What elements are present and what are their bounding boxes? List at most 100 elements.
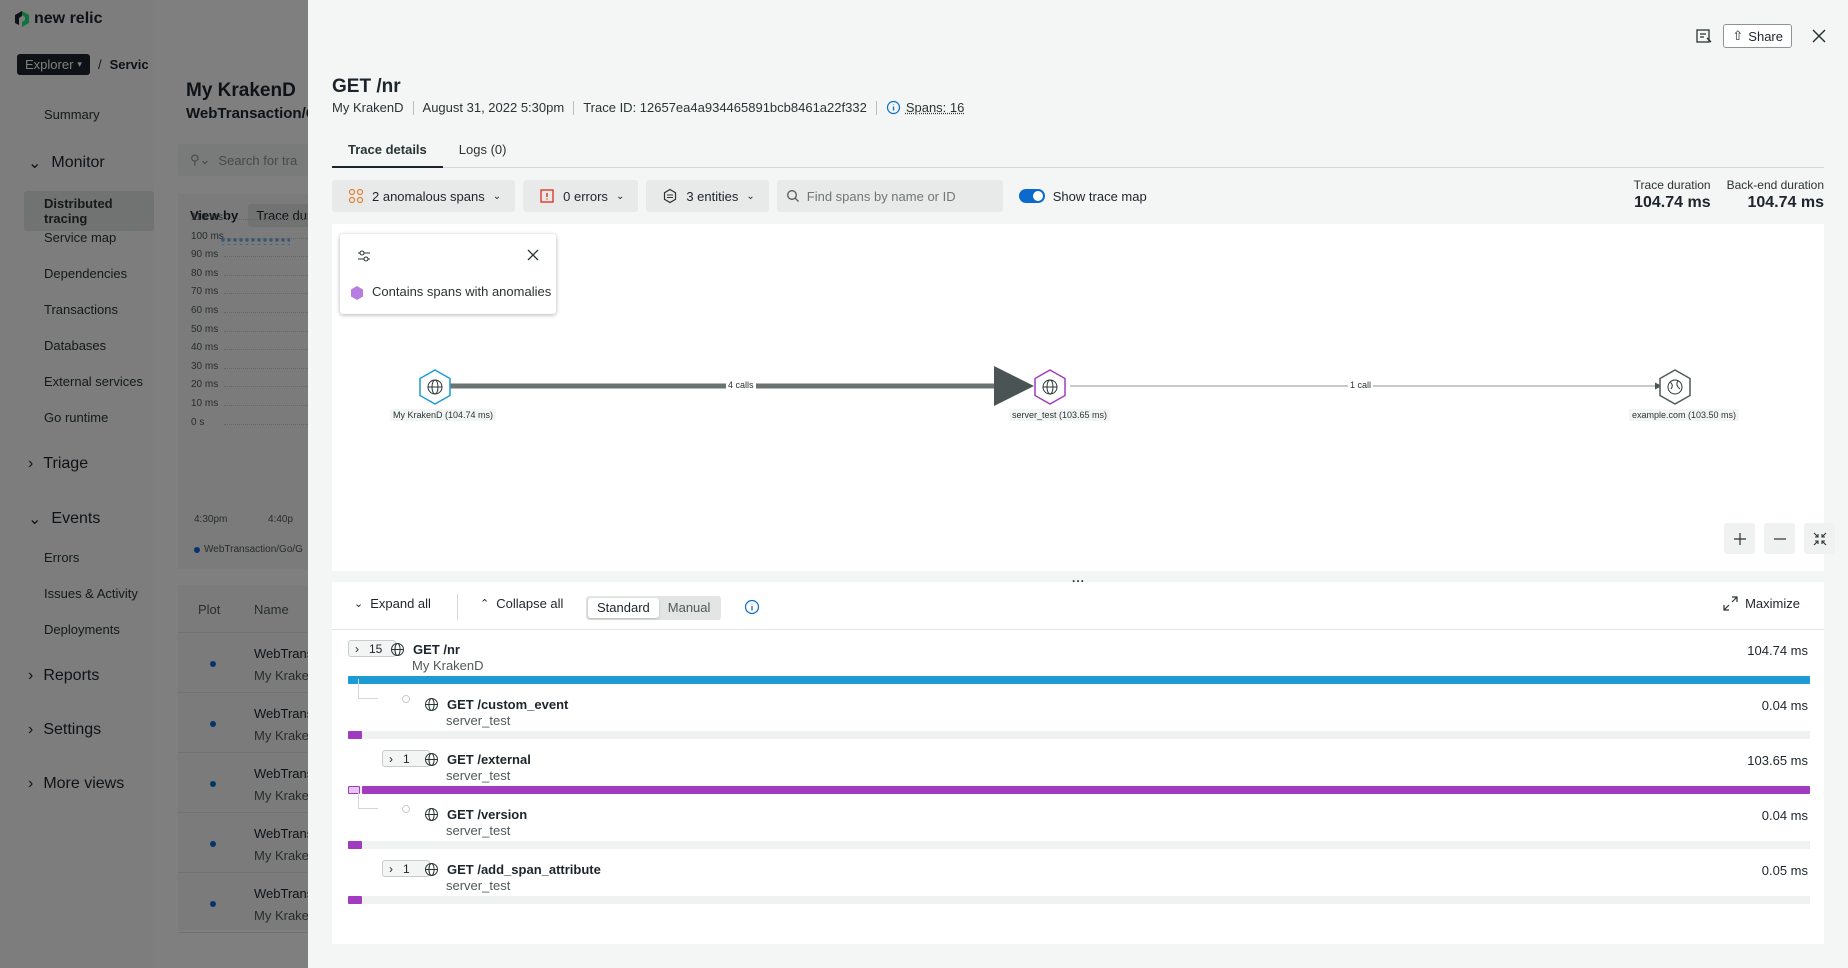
trace-filters: 2 anomalous spans ⌄ 0 errors ⌄ 3 entitie… (332, 180, 1147, 212)
view-mode-switch: Standard Manual (586, 596, 722, 620)
info-icon[interactable] (744, 599, 760, 615)
mode-standard[interactable]: Standard (588, 598, 659, 618)
trace-title: GET /nr (332, 76, 401, 97)
anomaly-hex-icon (350, 285, 364, 301)
span-name: GET /add_span_attribute (424, 862, 601, 877)
span-name-label: GET /external (447, 752, 531, 767)
chevron-right-icon: › (355, 641, 359, 656)
close-icon[interactable] (1810, 27, 1828, 45)
child-count: 15 (369, 641, 383, 656)
show-trace-map-toggle[interactable]: Show trace map (1018, 188, 1147, 204)
plus-icon (1733, 532, 1747, 546)
maximize-icon (1723, 596, 1738, 611)
span-entity: server_test (446, 768, 511, 783)
trace-duration-label: Trace duration (1633, 178, 1711, 192)
share-label: Share (1748, 28, 1783, 44)
span-bar[interactable] (348, 896, 362, 904)
trace-tabs: Trace details Logs (0) (332, 140, 1824, 168)
anomalous-spans-filter[interactable]: 2 anomalous spans ⌄ (332, 180, 516, 212)
span-track (348, 896, 1810, 904)
node-my-krakend[interactable] (419, 369, 451, 405)
collapse-all-button[interactable]: ⌃ Collapse all (480, 596, 563, 611)
span-row[interactable]: GET /custom_event server_test 0.04 ms (332, 679, 1824, 746)
search-placeholder: Find spans by name or ID (806, 188, 956, 204)
span-name: GET /nr (390, 642, 460, 657)
toggle-switch[interactable] (1018, 189, 1045, 203)
chevron-down-icon: ⌄ (354, 598, 364, 610)
globe-icon (424, 697, 439, 712)
globe-icon (424, 862, 439, 877)
expand-span-button[interactable]: › 15 (348, 640, 396, 657)
node-label: server_test (103.65 ms) (1009, 409, 1111, 421)
globe-icon (390, 642, 405, 657)
globe-icon (424, 752, 439, 767)
tab-trace-details[interactable]: Trace details (332, 140, 443, 168)
divider (412, 100, 414, 115)
close-icon[interactable] (526, 248, 540, 262)
chevron-down-icon: ⌄ (746, 190, 755, 202)
leaf-node-icon (402, 805, 410, 813)
span-row[interactable]: › 1 GET /external server_test 103.65 ms (332, 746, 1824, 801)
find-spans-input[interactable]: Find spans by name or ID (776, 180, 1003, 212)
span-name-label: GET /version (447, 807, 528, 822)
chevron-right-icon: › (389, 751, 393, 766)
divider (457, 594, 458, 620)
errors-filter[interactable]: 0 errors ⌄ (523, 180, 639, 212)
trace-entity[interactable]: My KrakenD (332, 100, 404, 115)
zoom-in-button[interactable] (1724, 523, 1755, 554)
span-name: GET /version (424, 807, 527, 822)
span-duration: 0.05 ms (1761, 863, 1808, 878)
waterfall-toolbar: ⌄ Expand all ⌃ Collapse all Standard Manua… (332, 582, 1824, 630)
node-label: example.com (103.50 ms) (1629, 409, 1740, 421)
toggle-label: Show trace map (1052, 188, 1147, 204)
backend-duration-label: Back-end duration (1726, 178, 1824, 192)
trace-details-panel: ⇧ Share GET /nr My KrakenD August 31, 202… (308, 0, 1848, 968)
node-example-com[interactable] (1659, 369, 1691, 405)
span-entity: server_test (446, 878, 511, 893)
expand-all-button[interactable]: ⌄ Expand all (354, 596, 431, 611)
error-icon (539, 188, 555, 204)
span-track (348, 676, 1810, 684)
filter-label: 0 errors (563, 188, 608, 204)
share-button[interactable]: ⇧ Share (1723, 24, 1792, 48)
edge-label: 1 call (1348, 380, 1374, 390)
tab-logs[interactable]: Logs (0) (443, 140, 523, 168)
span-track (348, 731, 1810, 739)
leaf-node-icon (402, 695, 410, 703)
trace-map[interactable]: 4 calls 1 call My KrakenD (104.74 ms) se… (332, 224, 1835, 571)
divider (573, 100, 575, 115)
panel-toolbar: ⇧ Share (1695, 24, 1828, 48)
span-bar[interactable] (348, 841, 362, 849)
tree-connector (358, 789, 378, 809)
span-row[interactable]: › 1 GET /add_span_attribute server_test 0.05… (332, 856, 1824, 911)
map-legend-popover: Contains spans with anomalies (340, 234, 556, 314)
trace-duration-value: 104.74 ms (1634, 194, 1711, 211)
node-label: My KrakenD (104.74 ms) (390, 409, 497, 421)
span-bar[interactable] (348, 731, 362, 739)
expand-span-button[interactable]: › 1 (382, 750, 430, 767)
span-track (348, 841, 1810, 849)
notes-icon[interactable] (1695, 27, 1713, 45)
span-bar[interactable] (362, 786, 1810, 794)
span-entity: My KrakenD (412, 658, 484, 673)
span-bar[interactable] (348, 676, 1810, 684)
span-name-label: GET /nr (413, 642, 460, 657)
entities-filter[interactable]: 3 entities ⌄ (646, 180, 769, 212)
filter-settings-icon[interactable] (356, 248, 372, 264)
span-count[interactable]: Spans: 16 (906, 100, 965, 115)
info-icon (886, 100, 901, 115)
zoom-out-button[interactable] (1764, 523, 1795, 554)
span-name: GET /custom_event (424, 697, 568, 712)
span-entity: server_test (446, 713, 511, 728)
span-waterfall: ⌄ Expand all ⌃ Collapse all Standard Manua… (332, 582, 1824, 944)
node-server-test[interactable] (1034, 369, 1066, 405)
mode-manual[interactable]: Manual (659, 598, 720, 618)
span-row[interactable]: GET /version server_test 0.04 ms (332, 789, 1824, 856)
filter-label: 3 entities (686, 188, 739, 204)
fit-view-button[interactable] (1804, 523, 1835, 554)
span-track (348, 786, 1810, 794)
maximize-button[interactable]: Maximize (1723, 596, 1800, 611)
span-entity: server_test (446, 823, 511, 838)
span-row[interactable]: › 15 GET /nr My KrakenD 104.74 ms (332, 636, 1824, 691)
expand-span-button[interactable]: › 1 (382, 860, 430, 877)
